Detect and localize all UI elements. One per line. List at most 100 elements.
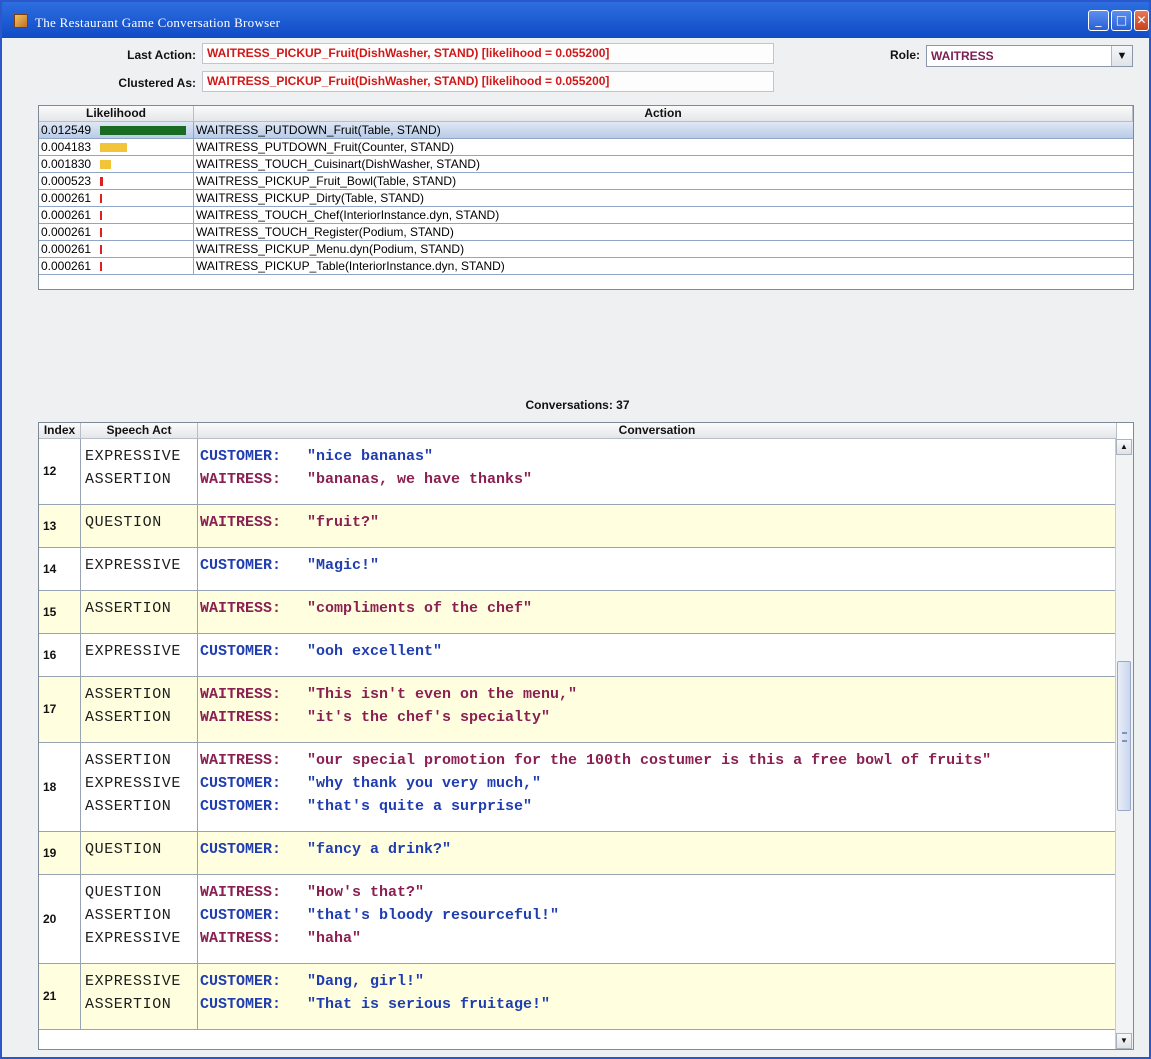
speaker: WAITRESS:: [200, 884, 282, 901]
column-divider: [193, 156, 194, 172]
conversation-row[interactable]: 14 EXPRESSIVE CUSTOMER: "Magic!": [39, 548, 1115, 591]
coffee-cup-icon: [14, 14, 28, 28]
column-divider: [80, 964, 81, 1029]
title-bar[interactable]: The Restaurant Game Conversation Browser…: [2, 2, 1149, 38]
vertical-scrollbar[interactable]: ▲ ▼: [1115, 439, 1133, 1049]
role-select[interactable]: WAITRESS ▼: [926, 45, 1133, 67]
column-divider: [197, 548, 198, 590]
conversation-row[interactable]: 15 ASSERTION WAITRESS: "compliments of the …: [39, 591, 1115, 634]
column-divider: [193, 258, 194, 274]
column-divider: [193, 122, 194, 138]
speaker: CUSTOMER:: [200, 798, 282, 815]
speech-act: QUESTION: [85, 884, 162, 901]
action-row[interactable]: 0.000261 WAITRESS_PICKUP_Menu.dyn(Podium,…: [39, 241, 1133, 258]
action-row[interactable]: 0.012549 WAITRESS_PUTDOWN_Fruit(Table, ST…: [39, 122, 1133, 139]
utterance-text: "Magic!": [307, 557, 380, 574]
column-divider: [80, 832, 81, 874]
speech-act-column-header[interactable]: Speech Act: [81, 423, 198, 439]
conversation-index: 18: [43, 779, 57, 794]
column-divider: [197, 591, 198, 633]
speaker: CUSTOMER:: [200, 448, 282, 465]
column-divider: [80, 743, 81, 831]
likelihood-bar: [100, 126, 186, 135]
actions-table: Likelihood Action 0.012549 WAITRESS_PUTDO…: [38, 105, 1134, 290]
column-divider: [193, 173, 194, 189]
scroll-up-icon[interactable]: ▲: [1116, 439, 1132, 455]
likelihood-bar: [100, 211, 102, 220]
speech-act: ASSERTION: [85, 798, 172, 815]
conversation-row[interactable]: 20 QUESTION WAITRESS: "How's that?" ASSERTIO…: [39, 875, 1115, 964]
action-name: WAITRESS_TOUCH_Register(Podium, STAND): [196, 225, 454, 239]
utterance-text: "That is serious fruitage!": [307, 996, 551, 1013]
column-divider: [80, 591, 81, 633]
window-title: The Restaurant Game Conversation Browser: [35, 15, 281, 30]
column-divider: [197, 505, 198, 547]
likelihood-value: 0.001830: [41, 157, 92, 171]
column-divider: [197, 743, 198, 831]
utterance-text: "compliments of the chef": [307, 600, 533, 617]
utterance-text: "bananas, we have thanks": [307, 471, 533, 488]
column-divider: [197, 439, 198, 504]
clustered-as-label: Clustered As:: [118, 76, 196, 90]
scrollbar-thumb[interactable]: [1117, 661, 1131, 811]
likelihood-value: 0.012549: [41, 123, 92, 137]
utterance-text: "why thank you very much,": [307, 775, 542, 792]
utterance-text: "our special promotion for the 100th cos…: [307, 752, 992, 769]
conversation-row[interactable]: 12 EXPRESSIVE CUSTOMER: "nice bananas" ASSER…: [39, 439, 1115, 505]
conversation-index: 15: [43, 604, 57, 619]
likelihood-value: 0.000261: [41, 191, 92, 205]
action-name: WAITRESS_PUTDOWN_Fruit(Table, STAND): [196, 123, 441, 137]
conversation-index: 16: [43, 647, 57, 662]
utterance-text: "it's the chef's specialty": [307, 709, 551, 726]
speaker: WAITRESS:: [200, 600, 282, 617]
speech-act: ASSERTION: [85, 686, 172, 703]
action-name: WAITRESS_PICKUP_Fruit_Bowl(Table, STAND): [196, 174, 457, 188]
utterance-text: "nice bananas": [307, 448, 434, 465]
last-action-field[interactable]: WAITRESS_PICKUP_Fruit(DishWasher, STAND)…: [202, 43, 774, 64]
conversation-row[interactable]: 19 QUESTION CUSTOMER: "fancy a drink?": [39, 832, 1115, 875]
column-divider: [80, 677, 81, 742]
conversation-index: 13: [43, 518, 57, 533]
speaker: WAITRESS:: [200, 514, 282, 531]
conversation-column-header[interactable]: Conversation: [198, 423, 1117, 439]
likelihood-column-header[interactable]: Likelihood: [39, 106, 194, 122]
conversation-row[interactable]: 21 EXPRESSIVE CUSTOMER: "Dang, girl!" ASSERT…: [39, 964, 1115, 1030]
action-row[interactable]: 0.000523 WAITRESS_PICKUP_Fruit_Bowl(Table…: [39, 173, 1133, 190]
utterance-text: "Dang, girl!": [307, 973, 425, 990]
speech-act: QUESTION: [85, 841, 162, 858]
action-row[interactable]: 0.000261 WAITRESS_TOUCH_Chef(InteriorInst…: [39, 207, 1133, 224]
column-divider: [197, 832, 198, 874]
maximize-button[interactable]: □: [1111, 10, 1132, 31]
scroll-down-icon[interactable]: ▼: [1116, 1033, 1132, 1049]
conversation-row[interactable]: 17 ASSERTION WAITRESS: "This isn't even on …: [39, 677, 1115, 743]
index-column-header[interactable]: Index: [39, 423, 81, 439]
minimize-button[interactable]: _: [1088, 10, 1109, 31]
action-column-header[interactable]: Action: [194, 106, 1133, 122]
maximize-icon: □: [1115, 13, 1128, 27]
grip-icon: [1122, 732, 1127, 742]
action-row[interactable]: 0.001830 WAITRESS_TOUCH_Cuisinart(DishWas…: [39, 156, 1133, 173]
speech-act: EXPRESSIVE: [85, 973, 182, 990]
role-value: WAITRESS: [931, 49, 994, 63]
close-button[interactable]: ✕: [1134, 10, 1149, 31]
column-divider: [80, 548, 81, 590]
close-icon: ✕: [1136, 13, 1147, 27]
conversations-table: Index Speech Act Conversation 12 EXPRESSI…: [38, 422, 1134, 1050]
action-row[interactable]: 0.000261 WAITRESS_TOUCH_Register(Podium, …: [39, 224, 1133, 241]
speech-act: EXPRESSIVE: [85, 643, 182, 660]
speech-act: ASSERTION: [85, 471, 172, 488]
column-divider: [80, 634, 81, 676]
likelihood-value: 0.000523: [41, 174, 92, 188]
conversation-index: 20: [43, 911, 57, 926]
action-row[interactable]: 0.004183 WAITRESS_PUTDOWN_Fruit(Counter, …: [39, 139, 1133, 156]
action-row[interactable]: 0.000261 WAITRESS_PICKUP_Dirty(Table, STA…: [39, 190, 1133, 207]
likelihood-bar: [100, 143, 127, 152]
clustered-as-field[interactable]: WAITRESS_PICKUP_Fruit(DishWasher, STAND)…: [202, 71, 774, 92]
speaker: CUSTOMER:: [200, 996, 282, 1013]
action-row[interactable]: 0.000261 WAITRESS_PICKUP_Table(InteriorIn…: [39, 258, 1133, 275]
speaker: WAITRESS:: [200, 709, 282, 726]
conversation-row[interactable]: 16 EXPRESSIVE CUSTOMER: "ooh excellent": [39, 634, 1115, 677]
chevron-down-icon[interactable]: ▼: [1111, 46, 1132, 66]
conversation-row[interactable]: 13 QUESTION WAITRESS: "fruit?": [39, 505, 1115, 548]
conversation-row[interactable]: 18 ASSERTION WAITRESS: "our special promoti…: [39, 743, 1115, 832]
